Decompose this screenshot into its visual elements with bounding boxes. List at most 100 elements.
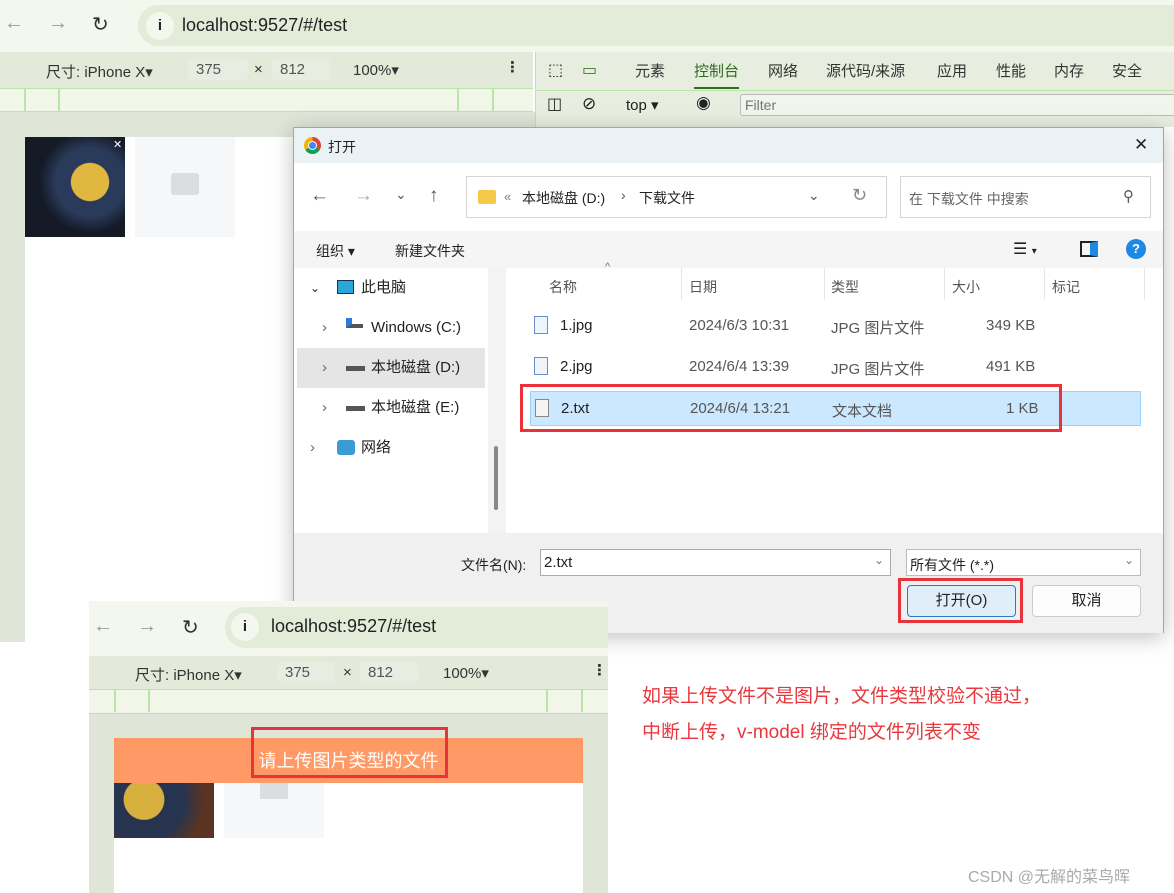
organize-button[interactable]: 组织 ▾ bbox=[316, 241, 355, 261]
browser-toolbar: ← → ↻ i localhost:9527/#/test bbox=[0, 0, 1174, 52]
path-dropdown-icon[interactable]: ⌄ bbox=[808, 187, 820, 204]
column-tags[interactable]: 标记 bbox=[1052, 277, 1080, 297]
info-icon[interactable]: i bbox=[146, 12, 174, 40]
file-size: 491 KB bbox=[986, 358, 1036, 375]
breadcrumb-drive[interactable]: 本地磁盘 (D:) bbox=[522, 188, 605, 208]
annotation-line: 中断上传，v-model 绑定的文件列表不变 bbox=[642, 722, 981, 743]
highlight-box bbox=[251, 727, 448, 778]
reload-icon[interactable]: ↻ bbox=[182, 615, 199, 640]
refresh-icon[interactable]: ↻ bbox=[852, 185, 867, 206]
more-icon[interactable]: ⋮ bbox=[505, 58, 520, 76]
height-input[interactable]: 812 bbox=[272, 59, 330, 80]
back-icon[interactable]: ← bbox=[310, 185, 329, 207]
help-icon[interactable]: ? bbox=[1126, 239, 1146, 259]
file-date: 2024/6/3 10:31 bbox=[689, 317, 790, 334]
tab-security[interactable]: 安全 bbox=[1112, 60, 1142, 81]
height-input[interactable]: 812 bbox=[360, 662, 419, 683]
clear-console-icon[interactable]: ⊘ bbox=[582, 94, 596, 114]
context-select[interactable]: top ▾ bbox=[626, 96, 659, 114]
nav-item-drive-e[interactable]: › 本地磁盘 (E:) bbox=[294, 388, 488, 428]
tab-sources[interactable]: 源代码/来源 bbox=[826, 60, 905, 81]
cancel-button[interactable]: 取消 bbox=[1032, 585, 1141, 617]
info-icon[interactable]: i bbox=[231, 613, 259, 641]
tab-application[interactable]: 应用 bbox=[937, 60, 967, 81]
file-type: JPG 图片文件 bbox=[831, 320, 925, 337]
back-icon[interactable]: ← bbox=[4, 12, 24, 35]
nav-label: 本地磁盘 (D:) bbox=[371, 359, 461, 376]
file-open-dialog: 打开 ✕ ← → ⌄ ↑ « 本地磁盘 (D:) › 下载文件 ⌄ ↻ 在 下载… bbox=[293, 127, 1164, 633]
folder-icon bbox=[478, 190, 496, 204]
device-toolbar: 尺寸: iPhone X▾ 375 × 812 100%▾ ⋮ bbox=[89, 656, 608, 689]
url-text: localhost:9527/#/test bbox=[271, 616, 437, 636]
tab-console[interactable]: 控制台 bbox=[694, 60, 740, 89]
preview-pane-icon[interactable] bbox=[1080, 241, 1098, 257]
column-type[interactable]: 类型 bbox=[831, 277, 859, 297]
times-sign: × bbox=[343, 664, 352, 681]
file-row[interactable]: 1.jpg 2024/6/3 10:31 JPG 图片文件 349 KB bbox=[530, 309, 1141, 344]
tab-elements[interactable]: 元素 bbox=[635, 60, 665, 81]
device-label: 尺寸: iPhone X bbox=[46, 64, 146, 81]
nav-label: Windows (C:) bbox=[371, 319, 462, 336]
camera-icon bbox=[260, 783, 288, 799]
zoom-select[interactable]: 100%▾ bbox=[443, 664, 489, 682]
device-label: 尺寸: iPhone X bbox=[135, 667, 235, 684]
camera-icon bbox=[171, 173, 199, 195]
highlight-box bbox=[520, 384, 1062, 432]
column-size[interactable]: 大小 bbox=[952, 277, 980, 297]
uploaded-image-thumbnail bbox=[25, 137, 125, 237]
tab-memory[interactable]: 内存 bbox=[1054, 60, 1084, 81]
path-overflow[interactable]: « bbox=[504, 189, 511, 204]
file-name: 1.jpg bbox=[560, 317, 593, 334]
file-row[interactable]: 2.jpg 2024/6/4 13:39 JPG 图片文件 491 KB bbox=[530, 350, 1141, 385]
image-file-icon bbox=[534, 316, 548, 334]
recent-chevron-icon[interactable]: ⌄ bbox=[395, 186, 407, 203]
device-select[interactable]: 尺寸: iPhone X▾ bbox=[46, 61, 153, 82]
inspect-icon[interactable]: ⬚ bbox=[548, 60, 563, 80]
organize-label: 组织 bbox=[316, 243, 344, 259]
zoom-select[interactable]: 100%▾ bbox=[353, 61, 399, 79]
forward-icon[interactable]: → bbox=[137, 615, 157, 638]
url-text: localhost:9527/#/test bbox=[182, 15, 348, 35]
close-icon[interactable]: ✕ bbox=[1134, 135, 1148, 155]
width-input[interactable]: 375 bbox=[277, 662, 335, 683]
device-toolbar: 尺寸: iPhone X▾ 375 × 812 100%▾ ⋮ bbox=[0, 52, 533, 88]
upload-button[interactable] bbox=[135, 137, 235, 237]
column-date[interactable]: 日期 bbox=[689, 277, 717, 297]
reload-icon[interactable]: ↻ bbox=[92, 12, 109, 37]
nav-scrollbar[interactable] bbox=[488, 268, 506, 533]
filetype-value: 所有文件 (*.*) bbox=[910, 557, 994, 573]
drive-icon bbox=[346, 406, 365, 411]
result-screenshot: ← → ↻ i localhost:9527/#/test 尺寸: iPhone… bbox=[89, 601, 608, 893]
nav-label: 网络 bbox=[361, 439, 392, 456]
nav-item-drive-c[interactable]: › Windows (C:) bbox=[294, 308, 488, 348]
back-icon[interactable]: ← bbox=[93, 615, 113, 638]
search-icon: ⚲ bbox=[1123, 188, 1134, 205]
search-placeholder: 在 下载文件 中搜索 bbox=[909, 191, 1029, 207]
up-icon[interactable]: ↑ bbox=[429, 185, 439, 207]
search-box[interactable]: 在 下载文件 中搜索 ⚲ bbox=[900, 176, 1151, 218]
breadcrumb-folder[interactable]: 下载文件 bbox=[639, 188, 695, 208]
nav-item-network[interactable]: › 网络 bbox=[294, 428, 488, 468]
view-options-icon[interactable]: ☰ ▾ bbox=[1013, 239, 1037, 259]
nav-item-this-pc[interactable]: ⌄ 此电脑 bbox=[294, 268, 488, 308]
new-folder-button[interactable]: 新建文件夹 bbox=[395, 241, 465, 261]
device-select[interactable]: 尺寸: iPhone X▾ bbox=[135, 664, 242, 685]
nav-item-drive-d[interactable]: › 本地磁盘 (D:) bbox=[297, 348, 485, 388]
eye-icon[interactable]: ◉ bbox=[696, 93, 711, 113]
tab-network[interactable]: 网络 bbox=[768, 60, 798, 81]
device-toggle-icon[interactable]: ▭ bbox=[582, 60, 597, 80]
upload-button[interactable] bbox=[224, 783, 324, 838]
sidebar-toggle-icon[interactable]: ◫ bbox=[547, 94, 562, 114]
filter-input[interactable] bbox=[740, 94, 1174, 116]
remove-icon[interactable]: ✕ bbox=[113, 138, 122, 151]
width-input[interactable]: 375 bbox=[188, 59, 248, 80]
column-name[interactable]: 名称 bbox=[549, 277, 577, 297]
forward-icon[interactable]: → bbox=[48, 12, 68, 35]
tab-performance[interactable]: 性能 bbox=[996, 60, 1026, 81]
filename-input[interactable]: 2.txt ⌄ bbox=[540, 549, 891, 576]
more-icon[interactable]: ⋮ bbox=[592, 661, 607, 679]
forward-icon[interactable]: → bbox=[354, 185, 373, 207]
zoom-label: 100% bbox=[443, 665, 482, 682]
path-bar[interactable]: « 本地磁盘 (D:) › 下载文件 ⌄ ↻ bbox=[466, 176, 887, 218]
filetype-select[interactable]: 所有文件 (*.*) ⌄ bbox=[906, 549, 1141, 576]
